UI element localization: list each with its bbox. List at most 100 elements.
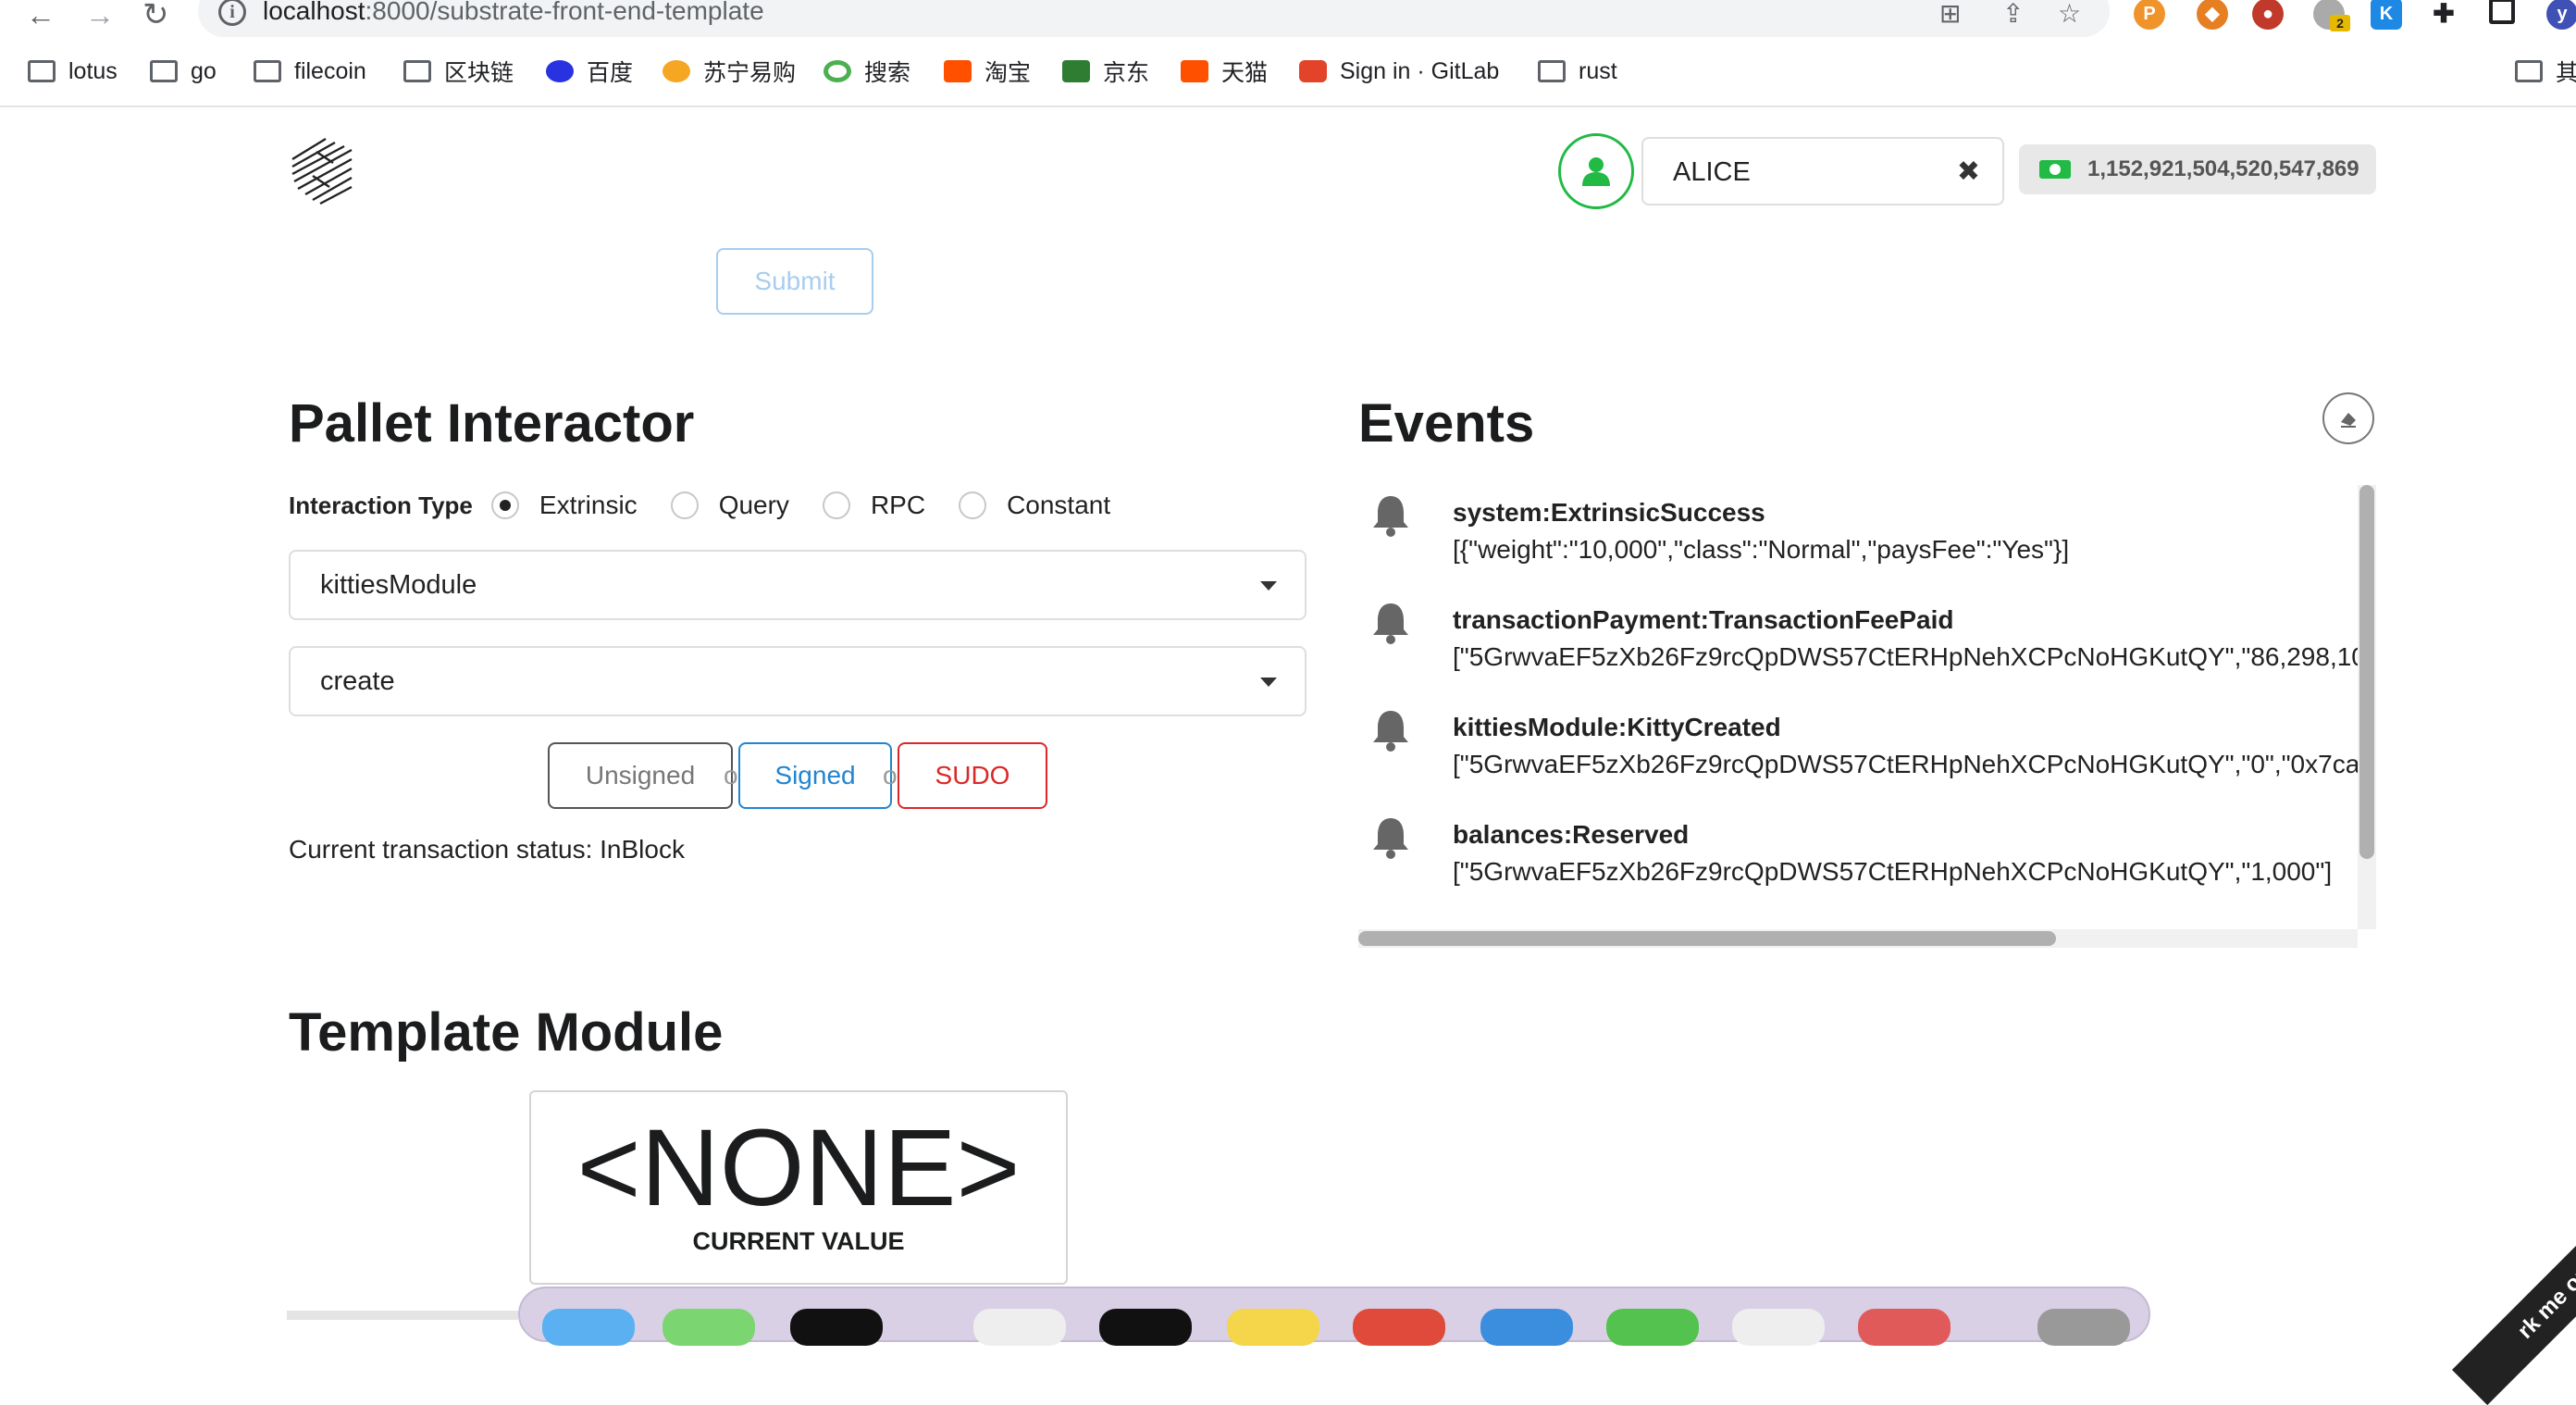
metamask-icon[interactable]: ◆: [2197, 0, 2228, 30]
bookmark-go[interactable]: go: [150, 56, 217, 87]
balance-value: 1,152,921,504,520,547,869: [2087, 156, 2359, 181]
bookmark-tmall[interactable]: 天猫: [1181, 56, 1268, 87]
bookmark-overflow[interactable]: 其: [2515, 56, 2576, 87]
bell-icon: [1373, 496, 1408, 537]
dock-app-icon[interactable]: [1732, 1309, 1825, 1346]
forward-icon[interactable]: →: [85, 0, 115, 30]
transaction-status: Current transaction status: InBlock: [289, 835, 685, 864]
bookmark-blockchain[interactable]: 区块链: [403, 56, 514, 87]
bookmark-taobao[interactable]: 淘宝: [944, 56, 1031, 87]
interaction-type-group: Interaction Type Extrinsic Query RPC Con…: [289, 489, 1144, 522]
radio-extrinsic-label[interactable]: Extrinsic: [539, 491, 638, 520]
dock-app-icon[interactable]: [1227, 1309, 1319, 1346]
url-host: localhost: [263, 0, 365, 25]
sudo-button[interactable]: SUDO: [898, 742, 1047, 809]
bookmarks-bar: lotus go filecoin 区块链 百度 苏宁易购 搜索 淘宝 京东 天…: [0, 48, 2576, 94]
unsigned-button[interactable]: Unsigned: [548, 742, 733, 809]
macos-dock: [518, 1287, 2150, 1346]
current-value: <NONE>: [576, 1107, 1021, 1229]
account-name: ALICE: [1673, 157, 1751, 187]
site-info-icon[interactable]: i: [218, 0, 246, 26]
signed-button[interactable]: Signed: [738, 742, 892, 809]
bookmark-filecoin[interactable]: filecoin: [254, 56, 366, 87]
folder-icon: [254, 60, 281, 82]
bookmark-suning[interactable]: 苏宁易购: [663, 56, 796, 87]
profile-avatar[interactable]: y: [2546, 0, 2576, 30]
events-horizontal-scrollbar[interactable]: [1358, 929, 2358, 948]
bookmark-jd[interactable]: 京东: [1062, 56, 1149, 87]
radio-rpc[interactable]: [822, 491, 850, 519]
balance-badge: 1,152,921,504,520,547,869: [2019, 144, 2376, 194]
pallet-module-dropdown[interactable]: kittiesModule: [289, 550, 1307, 620]
radio-query[interactable]: [670, 491, 699, 519]
dock-app-icon[interactable]: [973, 1309, 1066, 1346]
extension-p-icon[interactable]: P: [2134, 0, 2165, 30]
event-payload: [{"weight":"10,000","class":"Normal","pa…: [1453, 535, 2070, 564]
radio-constant-label[interactable]: Constant: [1007, 491, 1110, 520]
bookmark-label: 百度: [587, 60, 634, 86]
radio-extrinsic[interactable]: [490, 491, 519, 519]
pallet-interactor-heading: Pallet Interactor: [289, 393, 695, 454]
bookmark-rust[interactable]: rust: [1538, 56, 1617, 87]
browser-toolbar: ← → ↻ i localhost:8000/substrate-front-e…: [0, 0, 2576, 37]
top-submit-button[interactable]: Submit: [716, 248, 873, 315]
dock-app-icon[interactable]: [1858, 1309, 1951, 1346]
dock-app-icon[interactable]: [1480, 1309, 1573, 1346]
account-selector[interactable]: ALICE ✖: [1641, 137, 2004, 205]
dock-app-icon[interactable]: [1099, 1309, 1192, 1346]
dock-app-icon[interactable]: [790, 1309, 883, 1346]
bookmark-label: 苏宁易购: [703, 60, 797, 86]
clear-account-icon[interactable]: ✖: [1957, 155, 1980, 188]
event-payload: ["5GrwvaEF5zXb26Fz9rcQpDWS57CtERHpNehXCP…: [1453, 642, 2366, 671]
template-module-heading: Template Module: [289, 1002, 724, 1063]
dock-app-icon[interactable]: [1606, 1309, 1699, 1346]
bookmark-label: lotus: [68, 57, 118, 84]
event-title: system:ExtrinsicSuccess: [1453, 498, 1765, 527]
dock-app-icon[interactable]: [2037, 1309, 2130, 1346]
share-icon[interactable]: ⇪: [2002, 0, 2024, 29]
extension-badge-count: 2: [2330, 15, 2350, 31]
radio-rpc-label[interactable]: RPC: [871, 491, 925, 520]
fork-me-ribbon[interactable]: rk me on: [2452, 1200, 2576, 1405]
dock-shadow: [287, 1311, 518, 1320]
extensions-puzzle-icon[interactable]: ✚: [2428, 0, 2459, 30]
dock-app-icon[interactable]: [1353, 1309, 1445, 1346]
bookmark-search[interactable]: 搜索: [824, 56, 910, 87]
dock-app-icon[interactable]: [542, 1309, 635, 1346]
chevron-down-icon: [1260, 678, 1277, 687]
url-text: localhost:8000/substrate-front-end-templ…: [263, 0, 764, 26]
interaction-type-label: Interaction Type: [289, 491, 473, 519]
extension-badge-icon[interactable]: 2: [2313, 0, 2350, 31]
pallet-call-dropdown[interactable]: create: [289, 646, 1307, 716]
scrollbar-thumb[interactable]: [1358, 931, 2056, 946]
bookmark-label: Sign in · GitLab: [1340, 57, 1500, 84]
event-payload: ["5GrwvaEF5zXb26Fz9rcQpDWS57CtERHpNehXCP…: [1453, 857, 2333, 886]
address-bar[interactable]: i localhost:8000/substrate-front-end-tem…: [198, 0, 2110, 37]
account-user-icon[interactable]: [1558, 133, 1634, 209]
reload-icon[interactable]: ↻: [142, 0, 169, 31]
side-panel-icon[interactable]: [2489, 0, 2515, 24]
bookmark-gitlab[interactable]: Sign in · GitLab: [1299, 56, 1499, 87]
translate-icon[interactable]: ⊞: [1939, 0, 1961, 29]
bookmark-lotus[interactable]: lotus: [28, 56, 118, 87]
bookmark-star-icon[interactable]: ☆: [2058, 0, 2081, 29]
back-icon[interactable]: ←: [26, 0, 56, 30]
bookmark-baidu[interactable]: 百度: [546, 56, 633, 87]
dock-app-icon[interactable]: [663, 1309, 755, 1346]
extension-k-icon[interactable]: K: [2371, 0, 2402, 30]
event-item: transactionPayment:TransactionFeePaid ["…: [1358, 592, 2366, 694]
radio-constant[interactable]: [959, 491, 987, 519]
bookmark-label: 京东: [1103, 60, 1150, 86]
folder-icon: [28, 60, 56, 82]
event-payload: ["5GrwvaEF5zXb26Fz9rcQpDWS57CtERHpNehXCP…: [1453, 750, 2374, 778]
eraser-icon[interactable]: [2322, 392, 2374, 444]
current-value-label: CURRENT VALUE: [692, 1227, 905, 1255]
event-item: kittiesModule:KittyCreated ["5GrwvaEF5zX…: [1358, 700, 2374, 802]
folder-icon: [150, 60, 178, 82]
events-vertical-scrollbar[interactable]: [2358, 485, 2376, 929]
folder-icon: [2515, 60, 2543, 82]
extension-lion-icon[interactable]: ●: [2252, 0, 2284, 30]
scrollbar-thumb[interactable]: [2359, 485, 2374, 859]
baidu-icon: [546, 60, 574, 82]
radio-query-label[interactable]: Query: [719, 491, 789, 520]
